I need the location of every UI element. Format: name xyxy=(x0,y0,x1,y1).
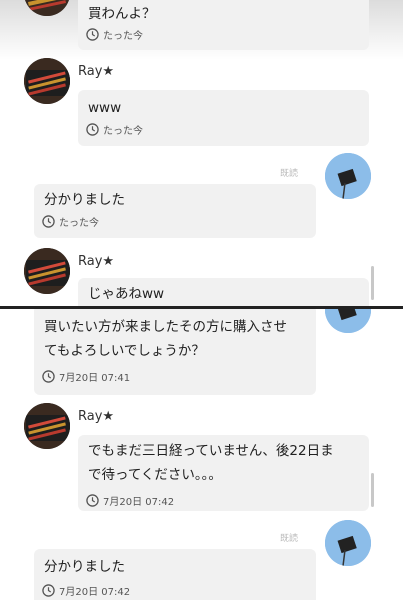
message-bubble: 分かりました 7月20日 07:42 xyxy=(34,549,316,600)
message-text: www xyxy=(88,100,122,116)
clock-icon xyxy=(42,215,55,228)
sky-photo-icon xyxy=(325,153,371,199)
sender-name: Ray★ xyxy=(78,64,115,79)
pen-case-photo-icon xyxy=(24,58,70,104)
chat-panel-bottom: 買いたい方が来ましたその方に購入させ てもよろしいでしょうか？ 7月20日 07… xyxy=(0,309,403,600)
message-bubble: じゃあねww xyxy=(78,278,369,306)
message-time: たった今 xyxy=(103,31,143,42)
message-bubble: 買わんよ？ たった今 xyxy=(78,0,369,50)
message-text: てもよろしいでしょうか？ xyxy=(44,343,205,359)
clock-icon xyxy=(86,28,99,41)
clock-icon xyxy=(86,494,99,507)
message-text: じゃあねww xyxy=(88,286,165,302)
message-text: 分かりました xyxy=(44,192,125,208)
avatar-me[interactable] xyxy=(325,309,371,333)
sender-name: Ray★ xyxy=(78,409,115,424)
sky-photo-icon xyxy=(325,520,371,566)
avatar-ray[interactable] xyxy=(24,58,70,104)
message-meta: 7月20日 07:41 xyxy=(42,369,130,384)
scrollbar-thumb[interactable] xyxy=(371,473,374,507)
clock-icon xyxy=(86,123,99,136)
avatar-ray[interactable] xyxy=(24,248,70,294)
message-meta: たった今 xyxy=(86,122,143,137)
sky-photo-icon xyxy=(325,309,371,333)
pen-case-photo-icon xyxy=(24,403,70,449)
read-label: 既読 xyxy=(280,534,299,544)
pen-case-photo-icon xyxy=(24,248,70,294)
chat-panel-top: 買わんよ？ たった今 Ray★ www たった今 既読 分かりました たった今 … xyxy=(0,0,403,306)
message-bubble: 買いたい方が来ましたその方に購入させ てもよろしいでしょうか？ 7月20日 07… xyxy=(34,309,316,395)
message-time: たった今 xyxy=(103,126,143,137)
scrollbar-thumb[interactable] xyxy=(371,266,374,300)
avatar-me[interactable] xyxy=(325,520,371,566)
message-text: 買いたい方が来ましたその方に購入させ xyxy=(44,319,287,335)
message-time: 7月20日 07:42 xyxy=(103,497,175,508)
message-meta: たった今 xyxy=(42,214,99,229)
message-time: たった今 xyxy=(59,218,99,229)
message-text: 買わんよ？ xyxy=(88,6,156,22)
message-bubble: www たった今 xyxy=(78,90,369,146)
avatar-ray[interactable] xyxy=(24,403,70,449)
message-bubble: でもまだ三日経っていません、後22日ま で待ってください。。。 7月20日 07… xyxy=(78,435,369,511)
message-text: でもまだ三日経っていません、後22日ま xyxy=(88,443,334,459)
message-meta: 7月20日 07:42 xyxy=(86,493,174,508)
message-time: 7月20日 07:42 xyxy=(59,587,131,598)
message-text: で待ってください。。。 xyxy=(88,467,222,483)
message-meta: 7月20日 07:42 xyxy=(42,583,130,598)
message-time: 7月20日 07:41 xyxy=(59,373,131,384)
message-bubble: 分かりました たった今 xyxy=(34,184,316,238)
clock-icon xyxy=(42,584,55,597)
message-text: 分かりました xyxy=(44,559,125,575)
avatar-me[interactable] xyxy=(325,153,371,199)
read-label: 既読 xyxy=(280,169,299,179)
sender-name: Ray★ xyxy=(78,254,115,269)
message-meta: たった今 xyxy=(86,27,143,42)
clock-icon xyxy=(42,370,55,383)
